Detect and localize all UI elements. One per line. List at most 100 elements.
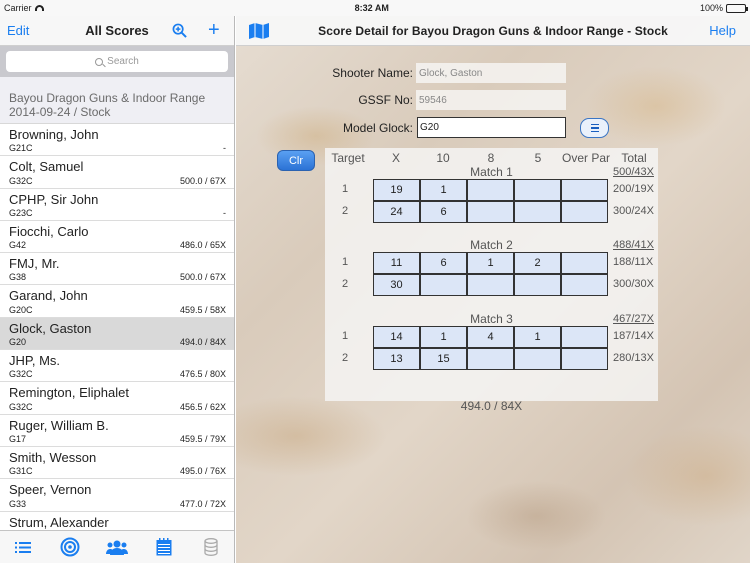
shooter-row[interactable]: FMJ, Mr. G38 500.0 / 67X <box>0 253 234 286</box>
help-button[interactable]: Help <box>709 23 736 38</box>
search-input[interactable]: Search <box>6 51 228 72</box>
menu-line <box>590 127 599 129</box>
list-title: All Scores <box>85 23 149 38</box>
score-cell[interactable]: 2 <box>514 252 561 274</box>
score-cell[interactable]: 13 <box>373 348 420 370</box>
tab-list[interactable] <box>12 536 34 558</box>
tab-database[interactable] <box>200 536 222 558</box>
shooter-row[interactable]: Remington, Eliphalet G32C 456.5 / 62X <box>0 382 234 415</box>
shooter-row[interactable]: Fiocchi, Carlo G42 486.0 / 65X <box>0 220 234 254</box>
shooter-score: 486.0 / 65X <box>179 240 226 251</box>
match-total: 500/43X <box>613 166 654 178</box>
score-cell[interactable] <box>561 252 608 274</box>
model-glock-input[interactable]: G20 <box>417 117 566 138</box>
score-cell[interactable] <box>467 274 514 296</box>
shooter-model: G32C <box>9 369 33 380</box>
score-cell[interactable]: 1 <box>514 326 561 348</box>
target-number: 2 <box>342 205 349 217</box>
shooter-name: CPHP, Sir John <box>9 191 99 207</box>
detail-title: Score Detail for Bayou Dragon Guns & Ind… <box>318 23 668 38</box>
model-picker-button[interactable] <box>580 118 609 138</box>
battery-icon <box>725 3 748 13</box>
score-cell[interactable] <box>514 274 561 296</box>
match-title: Match 1 <box>470 165 513 179</box>
database-icon <box>203 538 218 556</box>
shooter-name: JHP, Ms. <box>9 353 61 369</box>
event-name: Bayou Dragon Guns & Indoor Range <box>9 91 206 105</box>
model-glock-label: Model Glock: <box>342 121 413 135</box>
match-title: Match 2 <box>470 238 513 252</box>
shooter-row[interactable]: Colt, Samuel G32C 500.0 / 67X <box>0 156 234 189</box>
clear-button[interactable]: Clr <box>277 150 315 171</box>
shooter-row[interactable]: CPHP, Sir John G23C - <box>0 188 234 221</box>
score-table: Target X 10 8 5 Over Par Total Match 1 500/43X 1 1… <box>325 148 658 413</box>
score-cell[interactable]: 1 <box>467 252 514 274</box>
target-icon <box>60 537 80 557</box>
carrier-indicator: Carrier <box>4 3 44 13</box>
shooter-row[interactable]: Ruger, William B. G17 459.5 / 79X <box>0 414 234 447</box>
score-cell[interactable]: 19 <box>373 179 420 201</box>
shooter-score: 495.0 / 76X <box>179 466 226 477</box>
target-total: 187/14X <box>613 330 654 342</box>
score-cell[interactable]: 4 <box>467 326 514 348</box>
score-cell[interactable] <box>467 348 514 370</box>
tab-targets[interactable] <box>59 536 81 558</box>
shooter-name-field[interactable]: Glock, Gaston <box>416 63 566 83</box>
shooter-score: 456.5 / 62X <box>179 401 226 412</box>
score-cell[interactable]: 15 <box>420 348 467 370</box>
score-cell[interactable]: 11 <box>373 252 420 274</box>
add-icon[interactable]: + <box>208 20 220 40</box>
score-cell[interactable] <box>561 348 608 370</box>
shooter-row[interactable]: JHP, Ms. G32C 476.5 / 80X <box>0 350 234 383</box>
battery-indicator: 100% <box>699 3 748 13</box>
menu-line <box>590 123 599 126</box>
shooter-row[interactable]: Strum, Alexander <box>0 511 234 529</box>
gssf-number-field[interactable]: 59546 <box>416 90 566 110</box>
shooter-score: 500.0 / 67X <box>179 272 226 283</box>
match-total: 467/27X <box>613 313 654 325</box>
target-total: 188/11X <box>613 256 654 268</box>
shooter-name: Fiocchi, Carlo <box>9 223 89 239</box>
score-cell[interactable]: 6 <box>420 201 467 223</box>
shooter-row[interactable]: Garand, John G20C 459.5 / 58X <box>0 285 234 318</box>
shooter-row[interactable]: Browning, John G21C - <box>0 124 234 157</box>
target-total: 300/30X <box>613 278 654 290</box>
menu-line <box>590 130 599 133</box>
shooter-row[interactable]: Smith, Wesson G31C 495.0 / 76X <box>0 446 234 480</box>
shooter-name: Smith, Wesson <box>9 449 97 465</box>
score-cell[interactable] <box>514 179 561 201</box>
shooter-model: G42 <box>9 240 27 251</box>
zoom-in-icon[interactable] <box>172 23 187 38</box>
edit-button[interactable]: Edit <box>7 23 29 38</box>
shooter-row[interactable]: Glock, Gaston G20 494.0 / 84X <box>0 317 234 351</box>
clock: 8:32 AM <box>354 3 389 13</box>
score-cell[interactable]: 30 <box>373 274 420 296</box>
score-cell[interactable] <box>561 179 608 201</box>
score-cell[interactable] <box>561 274 608 296</box>
shooter-model: G33 <box>9 498 27 509</box>
shooter-score: 459.5 / 58X <box>179 304 226 315</box>
score-cell[interactable] <box>514 201 561 223</box>
score-cell[interactable]: 1 <box>420 326 467 348</box>
score-cell[interactable] <box>561 326 608 348</box>
shooter-score: 477.0 / 72X <box>179 498 226 509</box>
score-cell[interactable]: 1 <box>420 179 467 201</box>
shooter-score: 476.5 / 80X <box>179 369 226 380</box>
score-cell[interactable] <box>467 201 514 223</box>
shooter-model: G38 <box>9 272 27 283</box>
calendar-icon <box>156 538 172 556</box>
score-cell[interactable] <box>561 201 608 223</box>
tab-calendar[interactable] <box>153 536 175 558</box>
score-cell[interactable]: 6 <box>420 252 467 274</box>
score-cell[interactable] <box>420 274 467 296</box>
tab-shooters[interactable] <box>105 536 128 558</box>
score-cell[interactable] <box>467 179 514 201</box>
carrier-label: Carrier <box>4 3 32 13</box>
score-cell[interactable] <box>514 348 561 370</box>
search-bar: Search <box>0 46 234 77</box>
score-cell[interactable]: 24 <box>373 201 420 223</box>
shooter-row[interactable]: Speer, Vernon G33 477.0 / 72X <box>0 479 234 512</box>
search-placeholder: Search <box>107 56 139 67</box>
battery-percent: 100% <box>699 3 723 13</box>
score-cell[interactable]: 14 <box>373 326 420 348</box>
